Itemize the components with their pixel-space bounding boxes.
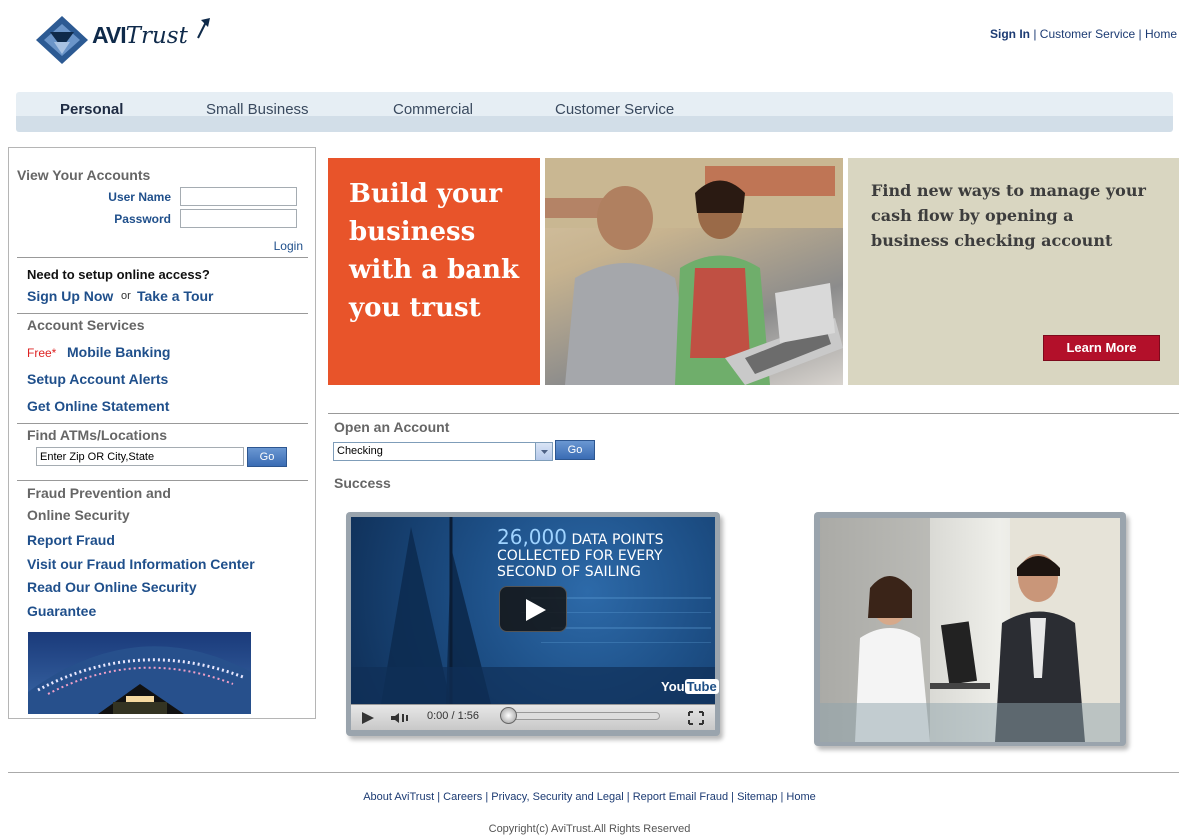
nav-small-business[interactable]: Small Business: [206, 101, 309, 118]
free-badge: Free*: [27, 346, 57, 360]
main-nav: Personal Small Business Commercial Custo…: [16, 92, 1173, 132]
online-security-link[interactable]: Read Our Online Security: [27, 579, 197, 595]
account-services-heading: Account Services: [27, 317, 145, 333]
footer-privacy-link[interactable]: Privacy, Security and Legal: [491, 791, 623, 803]
nav-personal[interactable]: Personal: [60, 101, 123, 118]
online-security-link-2[interactable]: Guarantee: [27, 603, 96, 619]
sign-up-now-link[interactable]: Sign Up Now: [27, 288, 113, 304]
open-account-go-button[interactable]: Go: [555, 440, 595, 460]
separator: |: [437, 791, 441, 803]
footer-links: About AviTrust | Careers | Privacy, Secu…: [0, 791, 1179, 803]
footer-careers-link[interactable]: Careers: [443, 791, 482, 803]
sign-in-link[interactable]: Sign In: [990, 27, 1030, 41]
video-scrub-handle[interactable]: [500, 707, 517, 724]
footer-report-email-link[interactable]: Report Email Fraud: [633, 791, 728, 803]
video-headline-number: 26,000: [497, 525, 567, 549]
divider: [17, 423, 308, 424]
view-accounts-heading: View Your Accounts: [17, 167, 151, 183]
youtube-logo-you: You: [661, 679, 685, 694]
logo-text: AVITrust: [92, 22, 188, 49]
separator: |: [1033, 27, 1037, 41]
bank-teller-photo[interactable]: [820, 518, 1120, 742]
fraud-center-link[interactable]: Visit our Fraud Information Center: [27, 556, 255, 572]
footer-home-link[interactable]: Home: [786, 791, 815, 803]
video-headline-line-1: DATA POINTS: [571, 532, 664, 548]
nav-commercial[interactable]: Commercial: [393, 101, 473, 118]
copyright: Copyright(c) AviTrust.All Rights Reserve…: [488, 823, 691, 835]
video-headline: 26,000 DATA POINTS COLLECTED FOR EVERY S…: [497, 527, 664, 580]
footer-sitemap-link[interactable]: Sitemap: [737, 791, 777, 803]
open-account-heading: Open an Account: [334, 419, 450, 435]
volume-icon[interactable]: [389, 711, 411, 725]
report-fraud-link[interactable]: Report Fraud: [27, 532, 115, 548]
separator: |: [485, 791, 489, 803]
separator: |: [1138, 27, 1142, 41]
arrow-up-icon: [197, 18, 210, 39]
user-name-label: User Name: [108, 190, 171, 204]
youtube-logo-tube: Tube: [684, 679, 719, 694]
home-link[interactable]: Home: [1145, 27, 1177, 41]
online-statement-link[interactable]: Get Online Statement: [27, 398, 169, 414]
video-time: 0:00 / 1:56: [427, 710, 479, 722]
footer-about-link[interactable]: About AviTrust: [363, 791, 434, 803]
atm-go-button[interactable]: Go: [247, 447, 287, 467]
logo-text-a: AVI: [92, 22, 127, 48]
divider: [8, 772, 1179, 773]
fraud-heading-2: Online Security: [27, 507, 130, 523]
success-heading: Success: [334, 475, 391, 491]
customer-service-link[interactable]: Customer Service: [1040, 27, 1135, 41]
find-atms-heading: Find ATMs/Locations: [27, 427, 167, 443]
promo-image[interactable]: [28, 632, 251, 714]
top-links: Sign In | Customer Service | Home: [990, 27, 1177, 41]
nav-customer-service[interactable]: Customer Service: [555, 101, 674, 118]
video-headline-line-3: SECOND OF SAILING: [497, 564, 641, 580]
account-type-select[interactable]: Checking: [333, 442, 553, 461]
password-input[interactable]: [180, 209, 297, 228]
banner-photo: [545, 158, 843, 385]
play-icon[interactable]: [359, 710, 377, 726]
sidebar: View Your Accounts User Name Password Lo…: [8, 147, 316, 719]
fullscreen-icon[interactable]: [687, 710, 705, 726]
divider: [17, 257, 308, 258]
banner-headline: Build your business with a bank you trus…: [349, 179, 520, 323]
play-icon[interactable]: [499, 586, 567, 632]
login-link[interactable]: Login: [274, 239, 303, 253]
separator: |: [780, 791, 784, 803]
zip-city-input[interactable]: [36, 447, 244, 466]
account-alerts-link[interactable]: Setup Account Alerts: [27, 371, 168, 387]
or-text: or: [121, 290, 131, 302]
divider: [328, 413, 1179, 414]
setup-question: Need to setup online access?: [27, 267, 210, 282]
logo-text-b: Trust: [125, 23, 188, 49]
take-tour-link[interactable]: Take a Tour: [137, 288, 214, 304]
fraud-heading-1: Fraud Prevention and: [27, 485, 171, 501]
video-headline-line-2: COLLECTED FOR EVERY: [497, 548, 663, 564]
learn-more-button[interactable]: Learn More: [1043, 335, 1160, 361]
banner-tagline: Find new ways to manage your cash flow b…: [871, 181, 1146, 250]
divider: [17, 480, 308, 481]
password-label: Password: [114, 212, 171, 226]
divider: [17, 313, 308, 314]
mobile-banking-link[interactable]: Mobile Banking: [67, 344, 170, 360]
user-name-input[interactable]: [180, 187, 297, 206]
youtube-logo[interactable]: You Tube: [661, 679, 719, 694]
dropdown-arrow-icon[interactable]: [535, 443, 552, 460]
logo-diamond-icon: [36, 16, 88, 64]
video-progress-track[interactable]: [510, 712, 660, 720]
separator: |: [731, 791, 735, 803]
separator: |: [626, 791, 630, 803]
